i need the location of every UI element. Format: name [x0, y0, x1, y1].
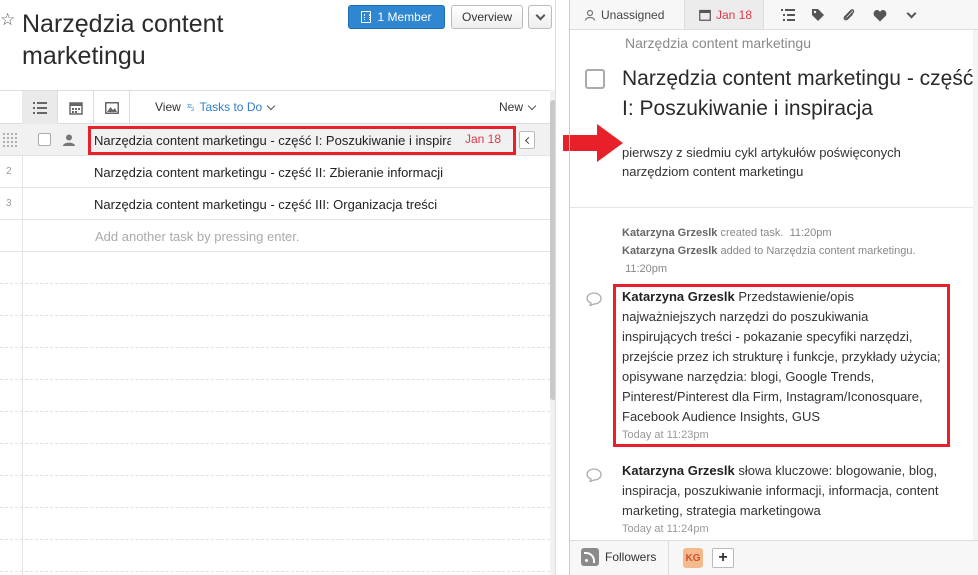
empty-row: [0, 476, 550, 508]
list-icon: [32, 101, 47, 114]
calendar-view-button[interactable]: [58, 91, 94, 124]
followers-button[interactable]: Followers: [581, 548, 656, 566]
task-details-pane: Unassigned Jan 18 Narzędzia content mark…: [569, 0, 978, 575]
followers-label: Followers: [605, 550, 657, 564]
story-time: 11:20pm: [789, 227, 832, 239]
task-title[interactable]: Narzędzia content marketingu - część I: …: [622, 64, 974, 124]
heart-icon[interactable]: [872, 7, 888, 23]
view-value: Tasks to Do: [199, 100, 263, 114]
view-selector[interactable]: View ¹²₃ Tasks to Do: [155, 100, 276, 114]
project-menu-button[interactable]: [528, 5, 552, 29]
star-icon[interactable]: ☆: [0, 10, 15, 30]
story-time: 11:20pm: [625, 263, 668, 275]
empty-row: [0, 316, 550, 348]
overview-button[interactable]: Overview: [451, 5, 523, 29]
rss-icon: [581, 548, 599, 566]
task-row[interactable]: 3 Narzędzia content marketingu - część I…: [0, 188, 550, 220]
chevron-down-icon: [535, 10, 545, 20]
new-label: New: [499, 100, 524, 114]
story-text: added to Narzędzia content marketingu.: [720, 245, 916, 257]
assignee-icon[interactable]: [62, 133, 76, 147]
task-list-pane: ☆ Narzędzia content marketingu 1 Member …: [0, 0, 556, 575]
row-number: 3: [6, 198, 12, 209]
open-details-button[interactable]: [519, 131, 535, 149]
highlight-box-comment: [613, 284, 950, 447]
task-complete-checkbox[interactable]: [585, 69, 605, 89]
followers-bar: Followers KG +: [570, 540, 978, 575]
task-name[interactable]: Narzędzia content marketingu - część II:…: [94, 165, 443, 180]
add-follower-button[interactable]: +: [712, 548, 734, 568]
new-button[interactable]: New: [499, 100, 537, 114]
story-author[interactable]: Katarzyna Grzeslk: [622, 227, 717, 239]
view-label: View: [155, 100, 181, 114]
member-button-label: 1 Member: [377, 10, 432, 24]
empty-row: [0, 540, 550, 572]
list-view-button[interactable]: [22, 91, 58, 124]
empty-row: [0, 284, 550, 316]
member-button[interactable]: 1 Member: [348, 5, 445, 29]
comment-bubble-icon: [586, 292, 602, 306]
empty-row: [0, 252, 550, 284]
chevron-left-icon: [524, 136, 532, 144]
task-row[interactable]: 2 Narzędzia content marketingu - część I…: [0, 156, 550, 188]
task-list-scrollbar[interactable]: [550, 90, 555, 575]
activity-story: Katarzyna Grzeslk created task. 11:20pm …: [622, 224, 962, 278]
task-complete-checkbox[interactable]: [38, 133, 51, 146]
building-icon: [361, 11, 372, 23]
add-task-row[interactable]: Add another task by pressing enter.: [0, 220, 550, 252]
highlight-box-task: [88, 126, 516, 155]
assignee-selector[interactable]: Unassigned: [584, 0, 664, 29]
follower-avatar[interactable]: KG: [683, 548, 703, 568]
image-icon: [104, 101, 119, 114]
empty-row: [0, 380, 550, 412]
task-description[interactable]: pierwszy z siedmiu cykl artykułów poświę…: [622, 143, 952, 181]
comment-time: Today at 11:24pm: [622, 523, 709, 535]
comment-bubble-icon: [586, 468, 602, 482]
details-scrollbar[interactable]: [973, 30, 978, 540]
details-toolbar: Unassigned Jan 18: [570, 0, 978, 30]
assignee-label: Unassigned: [601, 7, 665, 22]
comment: Katarzyna Grzeslk słowa kluczowe: blogow…: [622, 461, 947, 537]
person-outline-icon: [584, 9, 596, 21]
story-text: created task.: [720, 227, 784, 239]
subtasks-icon[interactable]: [780, 7, 796, 23]
due-date-selector[interactable]: Jan 18: [684, 0, 764, 29]
empty-row: [0, 348, 550, 380]
task-name[interactable]: Narzędzia content marketingu - część III…: [94, 197, 437, 212]
empty-row: [0, 508, 550, 540]
more-options-chevron-icon[interactable]: [903, 7, 919, 23]
sort-number-icon: ¹²₃: [186, 102, 195, 112]
empty-row: [0, 412, 550, 444]
tag-icon[interactable]: [810, 7, 826, 23]
due-date-label: Jan 18: [716, 7, 753, 22]
drag-handle-icon[interactable]: [2, 132, 18, 148]
divider: [570, 207, 978, 208]
empty-row: [0, 444, 550, 476]
story-author[interactable]: Katarzyna Grzeslk: [622, 245, 717, 257]
project-title[interactable]: Narzędzia content marketingu: [22, 8, 342, 72]
chevron-down-icon: [527, 101, 537, 110]
files-view-button[interactable]: [94, 91, 130, 124]
breadcrumb-project[interactable]: Narzędzia content marketingu: [625, 35, 811, 51]
attachment-icon[interactable]: [841, 7, 857, 23]
calendar-icon: [699, 9, 711, 21]
comment-author[interactable]: Katarzyna Grzeslk: [622, 463, 735, 478]
task-list: Narzędzia content marketingu - część I: …: [0, 124, 550, 572]
row-number: 2: [6, 166, 12, 177]
add-task-placeholder[interactable]: Add another task by pressing enter.: [95, 229, 300, 244]
divider: [668, 541, 669, 575]
scrollbar-thumb[interactable]: [550, 100, 555, 400]
list-toolbar: View ¹²₃ Tasks to Do New: [0, 90, 555, 124]
calendar-icon: [68, 101, 83, 115]
chevron-down-icon: [266, 101, 276, 110]
